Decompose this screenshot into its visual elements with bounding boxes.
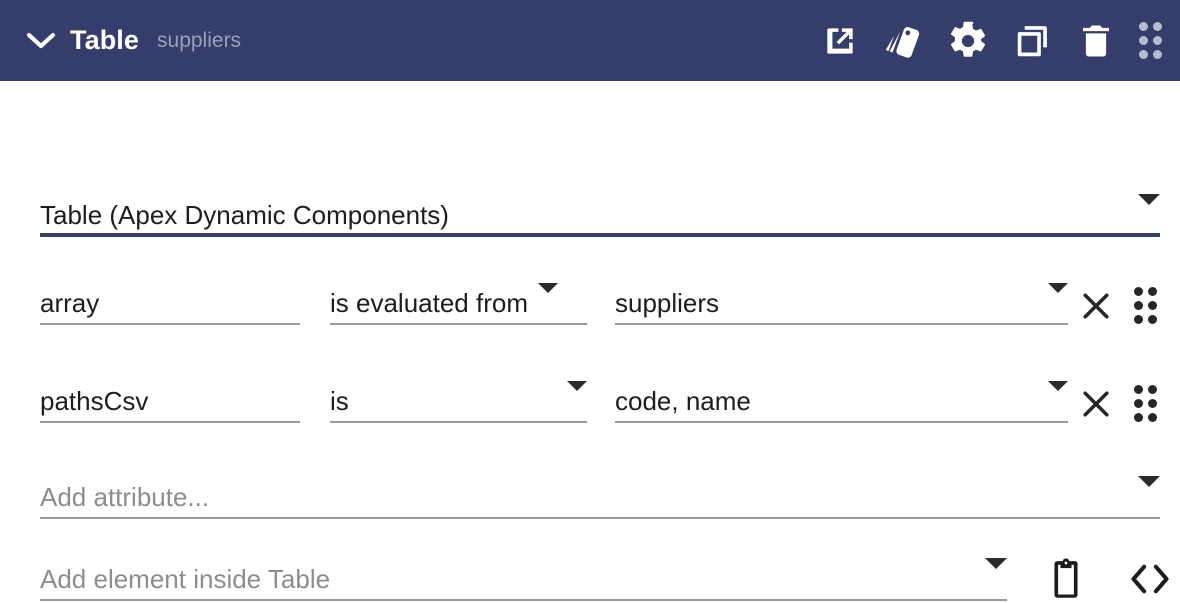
dot [1153, 50, 1162, 59]
chevron-down-icon[interactable] [1048, 381, 1068, 423]
attribute-value: code, name [615, 386, 751, 416]
dot [1139, 22, 1148, 31]
gear-icon[interactable] [947, 20, 989, 62]
attribute-operator-value: is [330, 386, 349, 416]
attribute-name-input[interactable]: array [40, 273, 300, 325]
attribute-value-select[interactable]: suppliers [615, 273, 1068, 325]
element-type-select[interactable]: Table (Apex Dynamic Components) [40, 185, 1160, 237]
field-underline [40, 599, 1007, 601]
chevron-down-icon[interactable] [1048, 283, 1068, 325]
field-underline [330, 323, 587, 325]
attribute-operator-select[interactable]: is [330, 371, 587, 423]
chevron-down-icon[interactable] [985, 558, 1007, 601]
close-icon[interactable] [1078, 386, 1114, 422]
element-type-value: Table (Apex Dynamic Components) [40, 200, 449, 230]
dot [1134, 287, 1143, 296]
attribute-row-actions [1078, 385, 1157, 422]
copy-icon[interactable] [1011, 20, 1053, 62]
element-subtitle: suppliers [157, 28, 242, 52]
style-palette-icon[interactable] [883, 20, 925, 62]
clipboard-paste-icon[interactable] [1043, 555, 1089, 603]
chevron-down-icon[interactable] [24, 24, 58, 58]
drag-handle-icon[interactable] [1139, 22, 1162, 59]
attribute-value: suppliers [615, 288, 720, 318]
add-attribute-select[interactable]: Add attribute... [40, 467, 1160, 519]
header-toolbar [819, 20, 1162, 62]
trash-icon[interactable] [1075, 20, 1117, 62]
chevron-down-icon[interactable] [567, 381, 587, 423]
dot [1134, 385, 1143, 394]
attribute-name-value: pathsCsv [40, 386, 149, 416]
attribute-name-value: array [40, 288, 100, 318]
field-underline [40, 517, 1160, 519]
dot [1153, 36, 1162, 45]
dot [1148, 385, 1157, 394]
add-element-select[interactable]: Add element inside Table [40, 549, 1007, 601]
dot [1148, 287, 1157, 296]
attribute-operator-select[interactable]: is evaluated from [330, 273, 587, 325]
attribute-row-actions [1078, 287, 1157, 324]
dot [1134, 301, 1143, 310]
dot [1134, 413, 1143, 422]
open-in-new-icon[interactable] [819, 20, 861, 62]
page-title: Table [70, 25, 140, 55]
element-editor-card: Table suppliers Table (Apex Dynamic Comp… [0, 0, 1180, 601]
dot [1139, 50, 1148, 59]
add-attribute-placeholder: Add attribute... [40, 482, 210, 512]
code-view-icon[interactable] [1127, 555, 1173, 603]
drag-handle-icon[interactable] [1134, 287, 1157, 324]
add-element-placeholder: Add element inside Table [40, 564, 331, 594]
attribute-name-input[interactable]: pathsCsv [40, 371, 300, 423]
dot [1153, 22, 1162, 31]
field-underline [40, 323, 300, 325]
field-underline [615, 323, 1068, 325]
chevron-down-icon[interactable] [537, 283, 558, 325]
bottom-actions [1043, 555, 1173, 603]
field-underline [40, 421, 300, 423]
dot [1148, 301, 1157, 310]
drag-handle-icon[interactable] [1134, 385, 1157, 422]
dot [1134, 315, 1143, 324]
chevron-down-icon[interactable] [1138, 476, 1160, 519]
dot [1148, 399, 1157, 408]
dot [1134, 399, 1143, 408]
field-underline [330, 421, 587, 423]
element-header: Table suppliers [0, 0, 1180, 81]
close-icon[interactable] [1078, 288, 1114, 324]
dot [1148, 315, 1157, 324]
dot [1139, 36, 1148, 45]
attribute-operator-value: is evaluated from [330, 288, 528, 318]
field-underline [40, 233, 1160, 237]
attribute-value-select[interactable]: code, name [615, 371, 1068, 423]
field-underline [615, 421, 1068, 423]
dot [1148, 413, 1157, 422]
